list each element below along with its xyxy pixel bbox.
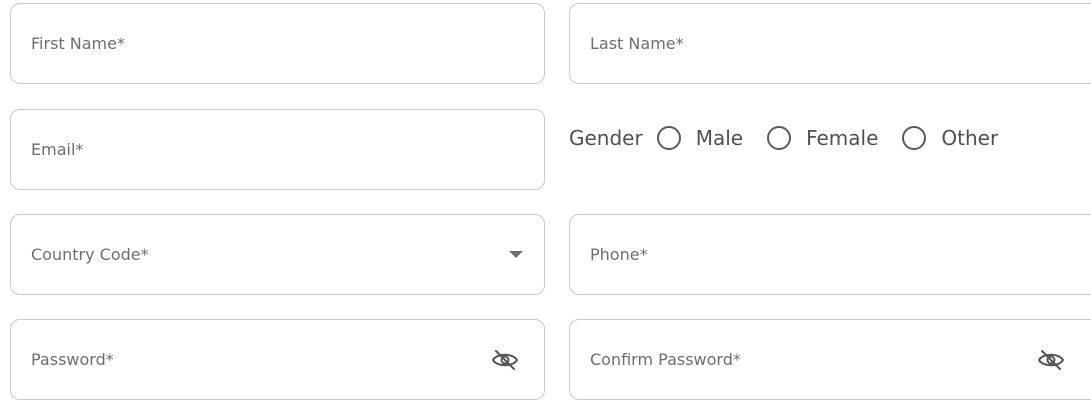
country-code-select[interactable]: Country Code*: [10, 214, 545, 295]
confirm-password-placeholder: Confirm Password*: [590, 350, 741, 369]
first-name-field[interactable]: First Name*: [10, 3, 545, 84]
chevron-down-icon[interactable]: [509, 251, 523, 258]
eye-off-icon[interactable]: [1036, 348, 1066, 372]
last-name-field[interactable]: Last Name*: [569, 3, 1091, 84]
password-field[interactable]: Password*: [10, 319, 545, 400]
email-field[interactable]: Email*: [10, 109, 545, 190]
last-name-placeholder: Last Name*: [590, 34, 684, 53]
radio-female[interactable]: [767, 126, 792, 150]
first-name-placeholder: First Name*: [31, 34, 125, 53]
radio-other[interactable]: [902, 126, 927, 150]
email-placeholder: Email*: [31, 140, 84, 159]
gender-label: Gender: [569, 126, 643, 150]
radio-male[interactable]: [656, 126, 681, 150]
gender-radio-group: Gender Male Female Other: [569, 118, 1022, 158]
gender-option-female-label: Female: [806, 126, 879, 150]
gender-option-male-label: Male: [695, 126, 744, 150]
phone-placeholder: Phone*: [590, 245, 648, 264]
confirm-password-field[interactable]: Confirm Password*: [569, 319, 1091, 400]
gender-option-female[interactable]: Female: [767, 126, 878, 150]
password-placeholder: Password*: [31, 350, 114, 369]
gender-option-male[interactable]: Male: [656, 126, 744, 150]
phone-field[interactable]: Phone*: [569, 214, 1091, 295]
gender-option-other-label: Other: [941, 126, 999, 150]
gender-option-other[interactable]: Other: [902, 126, 998, 150]
eye-off-icon[interactable]: [490, 348, 520, 372]
country-code-placeholder: Country Code*: [31, 245, 149, 264]
